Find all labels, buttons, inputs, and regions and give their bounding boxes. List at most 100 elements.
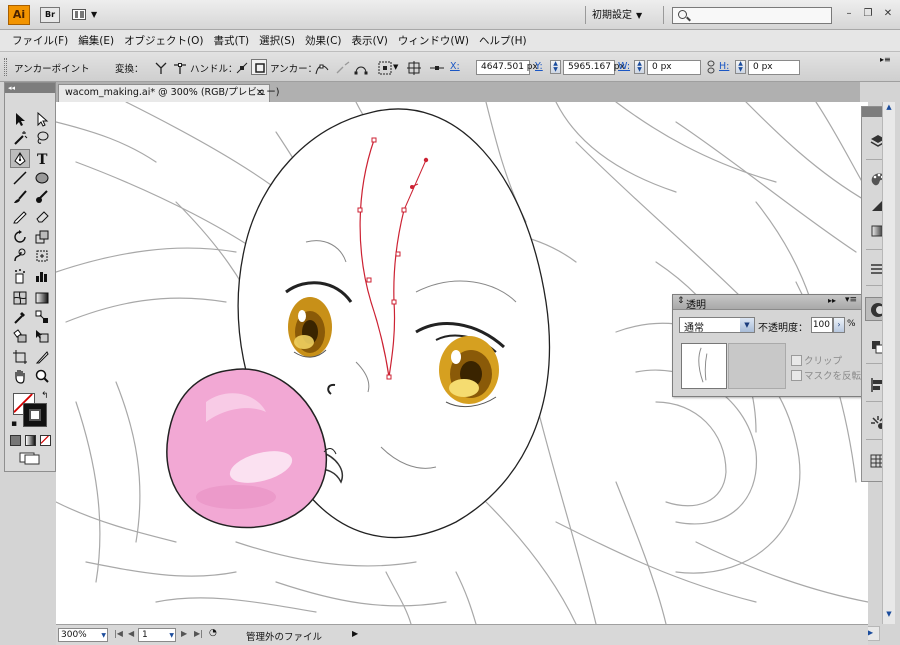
close-button[interactable]: ✕	[882, 8, 894, 20]
tools-panel-header[interactable]: ◂◂	[5, 83, 55, 93]
menu-object[interactable]: オブジェクト(O)	[120, 30, 209, 51]
menu-window[interactable]: ウィンドウ(W)	[394, 30, 475, 51]
prev-page-icon[interactable]: ◀	[128, 629, 134, 638]
y-spinner[interactable]: ▲ ▼	[550, 60, 561, 74]
symbol-sprayer-icon[interactable]	[10, 267, 30, 286]
eyedropper-icon[interactable]	[10, 308, 30, 327]
swap-fill-stroke-icon[interactable]: ↰	[41, 391, 49, 401]
paintbrush-icon[interactable]	[10, 188, 30, 207]
live-paint-select-icon[interactable]	[32, 327, 52, 346]
h-label[interactable]: H:	[719, 61, 729, 72]
clip-checkbox[interactable]	[791, 355, 802, 366]
restore-button[interactable]: ❐	[862, 8, 874, 20]
stroke-color-swatch[interactable]	[23, 403, 47, 427]
gradient-mode-icon[interactable]	[25, 435, 36, 446]
invert-mask-checkbox[interactable]	[791, 370, 802, 381]
type-icon[interactable]: T	[32, 149, 52, 168]
h-field[interactable]: 0 px	[748, 60, 800, 75]
default-colors-icon[interactable]: ▪	[11, 419, 17, 429]
mask-thumbnail-area[interactable]	[728, 343, 786, 389]
opacity-slider-button[interactable]: ›	[833, 317, 845, 333]
screen-mode-icon[interactable]	[19, 452, 41, 465]
scroll-up-icon[interactable]: ▲	[884, 103, 894, 113]
selection-icon[interactable]	[10, 110, 30, 129]
search-input[interactable]	[672, 7, 832, 24]
grip-handle[interactable]	[4, 58, 7, 76]
pencil-icon[interactable]	[10, 207, 30, 226]
mesh-icon[interactable]	[10, 289, 30, 308]
workspace-switcher[interactable]: 初期設定 ▼	[592, 7, 654, 24]
last-page-icon[interactable]: ▶|	[194, 629, 203, 638]
control-panel-menu-icon[interactable]: ▸≡	[880, 56, 891, 64]
x-field[interactable]: 4647.501 px	[476, 60, 538, 75]
line-icon[interactable]	[10, 169, 30, 188]
status-menu-icon[interactable]: ▶	[352, 629, 358, 638]
page-select[interactable]: 1 ▼	[138, 628, 176, 642]
panel-menu-icon[interactable]: ▾≡	[845, 295, 857, 305]
menu-help[interactable]: ヘルプ(H)	[475, 30, 533, 51]
w-field[interactable]: 0 px	[647, 60, 701, 75]
menu-type[interactable]: 書式(T)	[210, 30, 256, 51]
transparency-panel-header[interactable]: ⇕ 透明 ▸▸ ▾≡	[673, 295, 861, 311]
x-label[interactable]: X:	[450, 61, 460, 72]
eraser-icon[interactable]	[32, 207, 52, 226]
menu-file[interactable]: ファイル(F)	[8, 30, 74, 51]
chevron-down-icon[interactable]: ▼	[393, 63, 398, 71]
w-label[interactable]: W:	[618, 61, 630, 72]
menu-effect[interactable]: 効果(C)	[301, 30, 348, 51]
convert-to-smooth-icon[interactable]	[171, 59, 187, 75]
hand-icon[interactable]	[10, 367, 30, 386]
bridge-button[interactable]: Br	[40, 7, 60, 23]
arrange-documents-button[interactable]: ▼	[72, 7, 102, 23]
remove-anchor-icon[interactable]	[313, 59, 329, 75]
close-tab-icon[interactable]: ×	[256, 85, 264, 101]
cut-path-icon[interactable]	[334, 59, 350, 75]
artboard-icon[interactable]	[10, 348, 30, 367]
direct-selection-icon[interactable]	[32, 110, 52, 129]
layer-thumbnail[interactable]	[681, 343, 727, 389]
blob-brush-icon[interactable]	[32, 188, 52, 207]
h-spinner[interactable]: ▲ ▼	[735, 60, 746, 74]
convert-to-corner-icon[interactable]	[152, 59, 168, 75]
constrain-proportions-icon[interactable]	[706, 60, 716, 74]
magic-wand-icon[interactable]	[10, 129, 30, 148]
opacity-field[interactable]: 100	[811, 317, 833, 333]
color-mode-icon[interactable]	[10, 435, 21, 446]
chevron-down-icon[interactable]: ▼	[740, 318, 754, 332]
lasso-icon[interactable]	[32, 129, 52, 148]
vertical-scrollbar[interactable]: ▲ ▼	[882, 102, 895, 624]
warp-icon[interactable]	[10, 247, 30, 266]
free-transform-icon[interactable]	[32, 247, 52, 266]
fill-stroke-swatch[interactable]: ↰ ▪	[11, 391, 51, 433]
rotate-icon[interactable]	[10, 228, 30, 247]
live-paint-icon[interactable]	[10, 327, 30, 346]
pen-icon[interactable]	[10, 149, 30, 168]
zoom-select[interactable]: 300% ▼	[58, 628, 108, 642]
connect-anchors-icon[interactable]	[352, 59, 368, 75]
y-label[interactable]: Y:	[535, 61, 543, 72]
w-spinner[interactable]: ▲ ▼	[634, 60, 645, 74]
align-anchors-icon[interactable]	[405, 59, 421, 75]
blend-mode-select[interactable]: 通常 ▼	[679, 317, 755, 334]
scroll-down-icon[interactable]: ▼	[884, 610, 894, 620]
scale-icon[interactable]	[32, 228, 52, 247]
none-mode-icon[interactable]	[40, 435, 51, 446]
blend-icon[interactable]	[32, 308, 52, 327]
ellipse-icon[interactable]	[32, 169, 52, 188]
panel-toggle-icon[interactable]: ⇕	[677, 296, 685, 306]
zoom-icon[interactable]	[32, 367, 52, 386]
y-field[interactable]: 5965.167 px	[563, 60, 625, 75]
collapse-icon[interactable]: ▸▸	[828, 296, 836, 305]
gradient-icon[interactable]	[32, 289, 52, 308]
menu-edit[interactable]: 編集(E)	[74, 30, 120, 51]
graph-icon[interactable]	[32, 267, 52, 286]
isolate-icon[interactable]	[376, 59, 392, 75]
status-info[interactable]: 管理外のファイル	[246, 629, 322, 643]
show-handles-icon[interactable]	[233, 59, 249, 75]
first-page-icon[interactable]: |◀	[114, 629, 123, 638]
document-tab[interactable]: wacom_making.ai* @ 300% (RGB/プレビュー) ×	[58, 84, 279, 102]
menu-view[interactable]: 表示(V)	[348, 30, 394, 51]
hide-handles-icon[interactable]	[251, 59, 267, 75]
menu-select[interactable]: 選択(S)	[255, 30, 301, 51]
next-page-icon[interactable]: ▶	[181, 629, 187, 638]
